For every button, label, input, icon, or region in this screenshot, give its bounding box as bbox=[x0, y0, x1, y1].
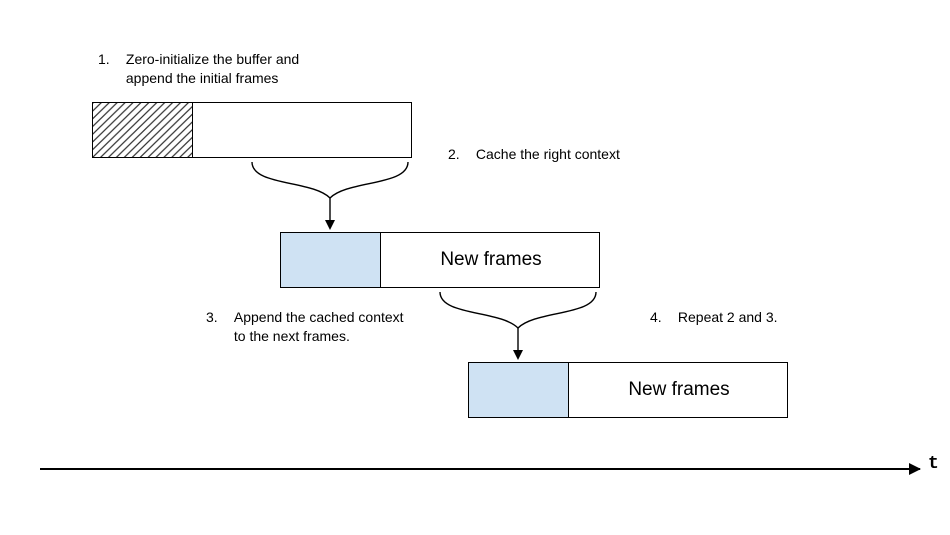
initial-frames-segment bbox=[93, 103, 193, 157]
step-3-number: 3. bbox=[206, 308, 230, 327]
step-4-text: Repeat 2 and 3. bbox=[678, 308, 778, 327]
step-4-number: 4. bbox=[650, 308, 674, 327]
step-2-number: 2. bbox=[448, 145, 472, 164]
step-1-caption: 1. Zero-initialize the buffer and append… bbox=[98, 50, 299, 88]
step-3-text: Append the cached context to the next fr… bbox=[234, 308, 404, 346]
time-axis bbox=[40, 468, 920, 470]
new-frames-label-1: New frames bbox=[381, 233, 601, 287]
buffer-row-1 bbox=[92, 102, 412, 158]
step-2-caption: 2. Cache the right context bbox=[448, 145, 620, 164]
step-3-caption: 3. Append the cached context to the next… bbox=[206, 308, 404, 346]
new-frames-label-2: New frames bbox=[569, 363, 789, 417]
step-4-caption: 4. Repeat 2 and 3. bbox=[650, 308, 778, 327]
step-1-text: Zero-initialize the buffer and append th… bbox=[126, 50, 299, 88]
brace-2 bbox=[436, 288, 600, 362]
time-axis-label: t bbox=[928, 454, 939, 474]
buffer-row-2: New frames bbox=[280, 232, 600, 288]
context-segment-3 bbox=[469, 363, 569, 417]
context-segment-2 bbox=[281, 233, 381, 287]
brace-1 bbox=[248, 158, 412, 232]
buffer-row-3: New frames bbox=[468, 362, 788, 418]
step-1-number: 1. bbox=[98, 50, 122, 69]
step-2-text: Cache the right context bbox=[476, 145, 620, 164]
